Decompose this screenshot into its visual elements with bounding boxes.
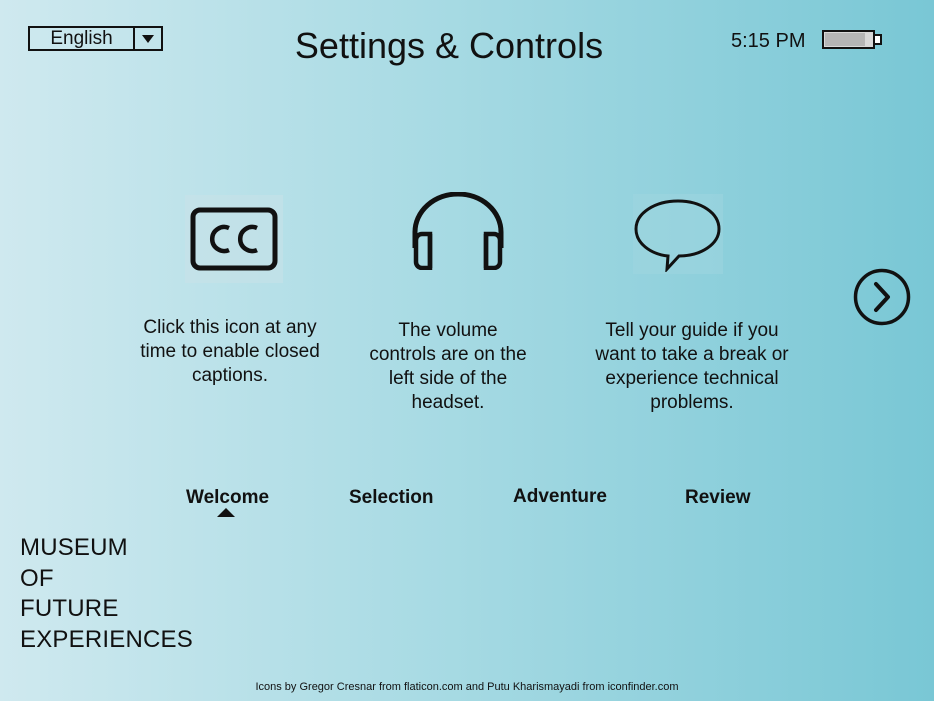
tab-welcome[interactable]: Welcome	[186, 486, 269, 510]
icon-credits: Icons by Gregor Cresnar from flaticon.co…	[255, 681, 679, 693]
next-button[interactable]	[853, 268, 911, 326]
museum-logo: MUSEUM OF FUTURE EXPERIENCES	[20, 533, 193, 655]
headset-icon	[404, 190, 512, 272]
guide-info-text: Tell your guide if you want to take a br…	[595, 320, 789, 413]
tab-adventure[interactable]: Adventure	[513, 485, 607, 509]
battery-icon	[822, 30, 882, 50]
active-tab-indicator	[217, 508, 235, 517]
captions-info-text: Click this icon at any time to enable cl…	[140, 317, 320, 386]
logo-line: FUTURE	[20, 595, 119, 622]
tab-review[interactable]: Review	[685, 486, 750, 510]
closed-captions-icon[interactable]	[185, 195, 283, 283]
speech-bubble-icon	[633, 194, 723, 274]
tab-selection[interactable]: Selection	[349, 486, 433, 510]
chevron-right-circle-icon	[853, 268, 911, 326]
volume-info-text: The volume controls are on the left side…	[369, 320, 527, 413]
clock-time: 5:15 PM	[731, 30, 806, 52]
logo-line: OF	[20, 564, 54, 592]
logo-line: MUSEUM	[20, 534, 128, 561]
logo-line: EXPERIENCES	[20, 625, 193, 653]
